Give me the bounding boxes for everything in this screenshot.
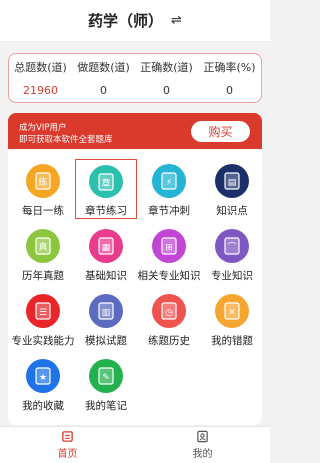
favorites-icon-glyph: ★ xyxy=(35,367,51,385)
icon-glyph-text: 真 xyxy=(38,241,47,253)
stat-accuracy: 正确率(%) 0 xyxy=(198,54,261,102)
basic-knowledge-icon-glyph: ▦ xyxy=(98,237,114,255)
home-icon xyxy=(62,431,73,442)
chapter-sprint-icon: ⚡ xyxy=(152,164,186,198)
stat-label: 正确数(道) xyxy=(140,61,193,74)
stat-value: 0 xyxy=(100,84,107,97)
tab-home[interactable]: 首页 xyxy=(0,427,135,463)
grid-item-mock-exam[interactable]: ▥ 模拟试题 xyxy=(75,289,137,349)
grid-item-label: 专业实践能力 xyxy=(11,335,75,347)
daily-practice-icon: 练 xyxy=(26,164,60,198)
grid-item-wrong-questions[interactable]: ✕ 我的错题 xyxy=(201,289,263,349)
past-exam-icon: 真 xyxy=(26,229,60,263)
grid-item-past-exam[interactable]: 真历年真题 xyxy=(12,224,74,284)
grid-item-chapter-practice[interactable]: 章章节练习 xyxy=(75,159,137,219)
grid-item-label: 专业知识 xyxy=(211,270,253,282)
practice-history-icon-glyph: ◷ xyxy=(161,302,177,320)
stat-value: 21960 xyxy=(23,84,58,97)
stats-panel: 总题数(道) 21960 做题数(道) 0 正确数(道) 0 正确率(%) 0 xyxy=(8,53,262,103)
chapter-sprint-icon-glyph: ⚡ xyxy=(161,172,177,190)
icon-glyph-text: ▤ xyxy=(228,178,237,188)
feature-grid: 练每日一练章章节练习 ⚡ 章节冲刺 ▤ 知识点真历年真题 ▦ 基础知识 ⊞ 相关专业知识 ⌒ 专业知… xyxy=(8,149,262,425)
grid-item-label: 知识点 xyxy=(216,205,248,217)
user-icon xyxy=(197,430,208,443)
vip-title: 成为VIP用户 xyxy=(19,123,67,133)
icon-glyph-text: ⌒ xyxy=(227,242,236,253)
icon-glyph-text: ▥ xyxy=(102,308,111,318)
stat-done: 做题数(道) 0 xyxy=(72,54,135,102)
chapter-practice-icon: 章 xyxy=(89,165,123,198)
grid-item-label: 基础知识 xyxy=(85,270,127,282)
mock-exam-icon: ▥ xyxy=(89,294,123,328)
switch-exam-icon[interactable]: ⇌ xyxy=(171,13,182,28)
stat-label: 正确率(%) xyxy=(203,61,256,74)
practice-ability-icon-glyph: ☰ xyxy=(35,302,51,320)
grid-item-label: 我的收藏 xyxy=(22,400,64,412)
grid-item-label: 章节冲刺 xyxy=(148,205,190,217)
icon-glyph-text: 章 xyxy=(101,177,110,189)
icon-glyph-text: ⊞ xyxy=(165,243,173,253)
practice-ability-icon: ☰ xyxy=(26,294,60,328)
grid-item-basic-knowledge[interactable]: ▦ 基础知识 xyxy=(75,224,137,284)
professional-knowledge-icon: ⌒ xyxy=(215,229,249,263)
icon-glyph-text: ◷ xyxy=(165,308,173,318)
stat-value: 0 xyxy=(226,84,233,97)
icon-glyph-text: ⚡ xyxy=(166,178,172,188)
stat-total: 总题数(道) 21960 xyxy=(9,54,72,102)
page-title: 药学（师） xyxy=(88,12,164,30)
icon-glyph-text: ☰ xyxy=(39,308,47,318)
stat-correct: 正确数(道) 0 xyxy=(135,54,198,102)
daily-practice-icon-glyph: 练 xyxy=(35,172,51,190)
vip-banner: 成为VIP用户 即可获取本软件全套题库 购买 xyxy=(8,113,262,149)
grid-item-label: 相关专业知识 xyxy=(137,270,201,282)
notes-icon: ✎ xyxy=(89,359,123,393)
grid-item-favorites[interactable]: ★ 我的收藏 xyxy=(12,354,74,414)
app-header: 药学（师） ⇌ xyxy=(0,0,270,42)
grid-item-label: 历年真题 xyxy=(22,270,64,282)
stat-label: 总题数(道) xyxy=(14,61,67,74)
icon-glyph-text: ★ xyxy=(39,373,47,383)
bottom-tab-bar: 首页 我的 xyxy=(0,426,270,463)
practice-history-icon: ◷ xyxy=(152,294,186,328)
grid-item-daily-practice[interactable]: 练每日一练 xyxy=(12,159,74,219)
grid-item-chapter-sprint[interactable]: ⚡ 章节冲刺 xyxy=(138,159,200,219)
stat-label: 做题数(道) xyxy=(77,61,130,74)
tab-mine[interactable]: 我的 xyxy=(135,427,270,463)
grid-item-knowledge-point[interactable]: ▤ 知识点 xyxy=(201,159,263,219)
icon-glyph-text: ✕ xyxy=(228,308,236,318)
favorites-icon: ★ xyxy=(26,359,60,393)
notes-icon-glyph: ✎ xyxy=(98,367,114,385)
stat-value: 0 xyxy=(163,84,170,97)
icon-glyph-text: ▦ xyxy=(102,243,111,253)
icon-glyph-text: 练 xyxy=(38,176,47,188)
chapter-practice-icon-glyph: 章 xyxy=(98,172,114,191)
grid-item-label: 章节练习 xyxy=(85,205,127,217)
wrong-questions-icon: ✕ xyxy=(215,294,249,328)
past-exam-icon-glyph: 真 xyxy=(35,237,51,255)
icon-glyph-text: ✎ xyxy=(102,373,110,383)
basic-knowledge-icon: ▦ xyxy=(89,229,123,263)
related-knowledge-icon-glyph: ⊞ xyxy=(161,237,177,255)
grid-item-practice-history[interactable]: ◷ 练题历史 xyxy=(138,289,200,349)
mock-exam-icon-glyph: ▥ xyxy=(98,302,114,320)
grid-item-related-knowledge[interactable]: ⊞ 相关专业知识 xyxy=(137,224,201,284)
grid-item-label: 模拟试题 xyxy=(85,335,127,347)
grid-item-label: 我的笔记 xyxy=(85,400,127,412)
knowledge-point-icon: ▤ xyxy=(215,164,249,198)
grid-item-notes[interactable]: ✎ 我的笔记 xyxy=(75,354,137,414)
grid-item-label: 我的错题 xyxy=(211,335,253,347)
professional-knowledge-icon-glyph: ⌒ xyxy=(224,237,240,255)
related-knowledge-icon: ⊞ xyxy=(152,229,186,263)
grid-item-professional-knowledge[interactable]: ⌒ 专业知识 xyxy=(201,224,263,284)
grid-item-practice-ability[interactable]: ☰ 专业实践能力 xyxy=(11,289,75,349)
wrong-questions-icon-glyph: ✕ xyxy=(224,302,240,320)
grid-item-label: 练题历史 xyxy=(148,335,190,347)
vip-subtitle: 即可获取本软件全套题库 xyxy=(19,135,113,145)
knowledge-point-icon-glyph: ▤ xyxy=(224,172,240,190)
grid-item-label: 每日一练 xyxy=(22,205,64,217)
tab-label: 首页 xyxy=(57,449,78,460)
tab-label: 我的 xyxy=(192,449,213,460)
buy-button[interactable]: 购买 xyxy=(191,121,250,142)
